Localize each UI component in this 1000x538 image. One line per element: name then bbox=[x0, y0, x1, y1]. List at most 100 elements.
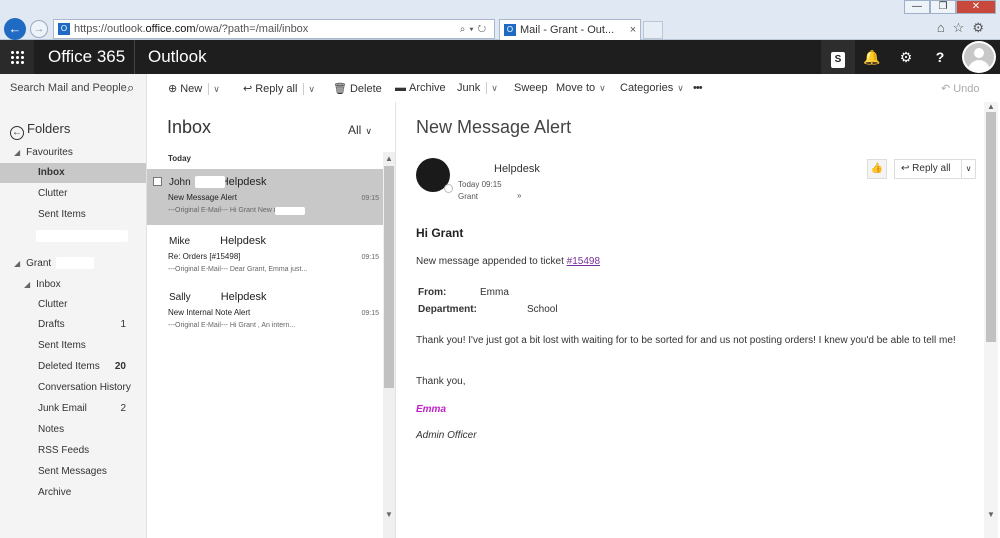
folder-pane: ← Folders ◢ Favourites Inbox Clutter Sent … bbox=[0, 102, 147, 538]
list-item[interactable]: Mike Helpdesk Re: Orders [#15498] 09:15 -… bbox=[147, 228, 383, 284]
help-icon[interactable]: ? bbox=[923, 40, 957, 74]
message-time: 09:15 bbox=[361, 254, 379, 261]
filter-dropdown[interactable]: All ∨ bbox=[348, 123, 372, 137]
notifications-bell-icon[interactable]: 🔔 bbox=[855, 40, 889, 74]
message-date: Today 09:15 bbox=[458, 180, 502, 189]
scroll-down-icon[interactable]: ▼ bbox=[984, 510, 998, 519]
chevron-down-icon: ◢ bbox=[24, 280, 31, 289]
app-name[interactable]: Outlook bbox=[148, 47, 207, 67]
ticket-link[interactable]: #15498 bbox=[567, 256, 600, 267]
more-options-icon[interactable]: ••• bbox=[693, 82, 703, 94]
folder-item[interactable]: Junk Email 2 bbox=[0, 399, 146, 419]
favourite-item-inbox[interactable]: Inbox bbox=[0, 163, 146, 183]
move-to-button[interactable]: Move to ∨ bbox=[556, 82, 606, 94]
folder-item[interactable]: Deleted Items 20 bbox=[0, 357, 146, 377]
expand-recipients-icon[interactable]: » bbox=[517, 191, 521, 200]
archive-button[interactable]: ▬ Archive bbox=[395, 82, 446, 94]
back-icon[interactable]: ← bbox=[4, 18, 26, 40]
like-icon[interactable]: 👍 bbox=[867, 159, 887, 179]
suite-header: Office 365 Outlook S 🔔 ⚙ ? bbox=[0, 40, 1000, 74]
tab-close-icon[interactable]: × bbox=[626, 24, 640, 36]
settings-gear-icon[interactable]: ⚙ bbox=[889, 40, 923, 74]
folder-item[interactable]: Archive bbox=[0, 483, 146, 503]
scroll-thumb[interactable] bbox=[384, 166, 394, 388]
reply-all-button[interactable]: ↩ Reply all ∨ bbox=[243, 82, 315, 96]
scroll-thumb[interactable] bbox=[986, 112, 996, 342]
list-scrollbar[interactable]: ▲ ▼ bbox=[383, 152, 395, 538]
redaction-mark bbox=[195, 176, 225, 188]
sweep-button[interactable]: Sweep bbox=[514, 82, 548, 94]
header-divider bbox=[134, 40, 135, 74]
folder-item[interactable]: Notes bbox=[0, 420, 146, 440]
minimize-button[interactable]: — bbox=[904, 0, 930, 14]
avatar[interactable] bbox=[962, 41, 996, 73]
suite-name[interactable]: Office 365 bbox=[48, 47, 125, 67]
search-input[interactable]: Search Mail and People bbox=[10, 82, 127, 94]
browser-tab[interactable]: O Mail - Grant - Out... × bbox=[499, 19, 641, 40]
forward-icon[interactable]: → bbox=[30, 20, 48, 38]
favourite-item-sent-items[interactable]: Sent Items bbox=[0, 205, 146, 225]
message-subject: New Internal Note Alert bbox=[168, 308, 251, 317]
account-group[interactable]: ◢ Grant bbox=[14, 258, 51, 269]
scroll-up-icon[interactable]: ▲ bbox=[383, 154, 395, 163]
folder-item[interactable]: RSS Feeds bbox=[0, 441, 146, 461]
undo-icon: ↶ bbox=[941, 83, 951, 95]
from-label: From: bbox=[418, 287, 447, 298]
department-value: School bbox=[527, 304, 558, 315]
skype-button[interactable]: S bbox=[821, 40, 855, 74]
select-checkbox[interactable] bbox=[153, 177, 162, 186]
browser-toolbar-icons[interactable]: ⌂☆⚙ bbox=[937, 20, 992, 36]
list-item[interactable]: Sally Helpdesk New Internal Note Alert 09… bbox=[147, 284, 383, 340]
sender-name[interactable]: Helpdesk bbox=[494, 163, 540, 175]
restore-button[interactable]: ❐ bbox=[930, 0, 956, 14]
favourites-group[interactable]: ◢ Favourites bbox=[14, 147, 73, 158]
new-button[interactable]: ⊕ New ∨ bbox=[168, 82, 220, 96]
folder-item[interactable]: Conversation History bbox=[0, 378, 146, 398]
signature-title: Admin Officer bbox=[416, 430, 477, 441]
folder-item[interactable]: Sent Messages bbox=[0, 462, 146, 482]
redaction-mark bbox=[275, 207, 305, 215]
sender-avatar[interactable] bbox=[416, 158, 453, 193]
sender-name: Mike Helpdesk bbox=[169, 235, 266, 247]
new-tab-button[interactable] bbox=[643, 21, 663, 39]
folder-item[interactable]: Sent Items bbox=[0, 336, 146, 356]
inbox-folder[interactable]: ◢ Inbox bbox=[24, 279, 61, 290]
junk-button[interactable]: Junk ∨ bbox=[457, 82, 498, 95]
delete-button[interactable]: 🗑 Delete bbox=[333, 82, 382, 95]
reply-all-button[interactable]: ↩ Reply all ∨ bbox=[894, 159, 976, 179]
chevron-down-icon[interactable]: ∨ bbox=[213, 84, 220, 94]
scroll-down-icon[interactable]: ▼ bbox=[383, 510, 395, 519]
favourite-item-clutter[interactable]: Clutter bbox=[0, 184, 146, 204]
chevron-down-icon[interactable]: ∨ bbox=[961, 160, 975, 178]
reply-icon: ↩ bbox=[243, 83, 253, 95]
chevron-down-icon: ∨ bbox=[599, 83, 606, 93]
url-text[interactable]: https://outlook.office.com/owa/?path=/ma… bbox=[74, 23, 460, 35]
redaction-mark bbox=[56, 257, 94, 269]
plus-circle-icon: ⊕ bbox=[168, 83, 178, 95]
app-launcher-icon[interactable] bbox=[0, 40, 34, 74]
list-item[interactable]: John Helpdesk New Message Alert 09:15 ---… bbox=[147, 169, 383, 225]
categories-button[interactable]: Categories ∨ bbox=[620, 82, 684, 94]
address-actions-icon[interactable]: ⌕▾↻ bbox=[460, 24, 494, 35]
reply-icon: ↩ bbox=[901, 163, 910, 174]
chevron-down-icon[interactable]: ∨ bbox=[308, 84, 315, 94]
close-button[interactable]: ✕ bbox=[956, 0, 996, 14]
folder-item[interactable]: Drafts 1 bbox=[0, 315, 146, 335]
group-header: Today bbox=[168, 154, 191, 163]
message-preview: ---Original E-Mail--- Dear Grant, Emma j… bbox=[168, 266, 308, 273]
back-arrow-icon: ← bbox=[10, 126, 24, 140]
sender-name: Sally Helpdesk bbox=[169, 291, 267, 303]
undo-button[interactable]: ↶ Undo bbox=[941, 82, 980, 95]
search-box[interactable]: Search Mail and People ⌕ bbox=[0, 74, 147, 102]
presence-icon bbox=[444, 184, 453, 193]
message-subject: New Message Alert bbox=[168, 193, 237, 202]
search-icon[interactable]: ⌕ bbox=[127, 80, 134, 96]
folders-header[interactable]: ← Folders bbox=[10, 121, 70, 140]
recipient[interactable]: Grant bbox=[458, 192, 478, 201]
reading-pane-scrollbar[interactable]: ▲ ▼ bbox=[984, 102, 998, 538]
chevron-down-icon[interactable]: ∨ bbox=[491, 83, 498, 93]
scroll-up-icon[interactable]: ▲ bbox=[984, 102, 998, 111]
folder-item[interactable]: Clutter bbox=[0, 295, 146, 315]
address-bar[interactable]: O https://outlook.office.com/owa/?path=/… bbox=[53, 19, 495, 39]
tab-title: Mail - Grant - Out... bbox=[520, 24, 615, 36]
